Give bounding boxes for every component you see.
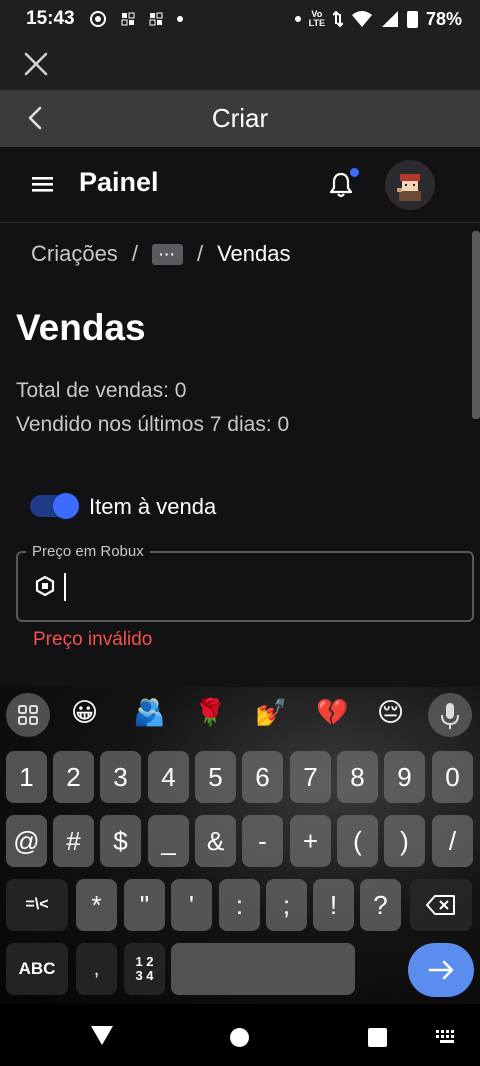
key-8[interactable]: 8	[337, 751, 378, 803]
battery-percent: 78%	[425, 8, 462, 29]
notification-badge	[350, 168, 359, 177]
key-comma[interactable]: ,	[76, 943, 117, 995]
breadcrumb-item-criacoes[interactable]: Criações	[31, 241, 118, 267]
key-9[interactable]: 9	[384, 751, 425, 803]
keyboard-apps-button[interactable]	[6, 693, 50, 737]
key-close-paren[interactable]: )	[384, 815, 425, 867]
wifi-icon	[351, 11, 372, 27]
dashboard-title: Painel	[79, 167, 159, 197]
key-single-quote[interactable]: '	[171, 879, 212, 931]
sold-last-7-days-text: Vendido nos últimos 7 dias: 0	[16, 413, 290, 436]
abc-key[interactable]: ABC	[6, 943, 68, 995]
price-input[interactable]	[70, 567, 450, 607]
indicator-dot	[294, 16, 301, 22]
key-question[interactable]: ?	[360, 879, 401, 931]
toggle-knob	[53, 493, 79, 519]
key-ampersand[interactable]: &	[195, 815, 236, 867]
key-2[interactable]: 2	[53, 751, 94, 803]
price-error-message: Preço inválido	[33, 629, 153, 650]
scrollbar[interactable]	[472, 231, 480, 419]
key-exclamation[interactable]: !	[313, 879, 354, 931]
enter-button[interactable]	[408, 943, 474, 997]
battery-icon	[406, 10, 418, 28]
robux-icon	[35, 576, 55, 596]
key-asterisk[interactable]: *	[76, 879, 117, 931]
space-key[interactable]	[171, 943, 355, 995]
key-minus[interactable]: -	[242, 815, 283, 867]
webview-close-bar	[0, 38, 480, 90]
emoji-suggestion[interactable]: 🫂	[133, 697, 165, 727]
volte-icon: Vo LTE	[308, 9, 325, 28]
status-time: 15:43	[26, 8, 75, 29]
emoji-suggestion[interactable]: 🌹	[194, 697, 226, 727]
breadcrumb: Criações / ··· / Vendas	[31, 241, 290, 267]
breadcrumb-more-button[interactable]: ···	[151, 243, 183, 265]
key-hash[interactable]: #	[53, 815, 94, 867]
on-screen-keyboard: 😀 🫂 🌹 💅 💔 😔 1 2 3 4 5 6 7 8 9 0 @ # $ _ …	[0, 687, 480, 1004]
key-double-quote[interactable]: "	[124, 879, 165, 931]
backspace-key[interactable]	[410, 879, 472, 931]
nav-home-icon[interactable]	[230, 1028, 249, 1047]
key-underscore[interactable]: _	[148, 815, 189, 867]
status-bar: 15:43 Vo LTE 78%	[0, 0, 480, 38]
key-3[interactable]: 3	[100, 751, 141, 803]
key-semicolon[interactable]: ;	[266, 879, 307, 931]
key-7[interactable]: 7	[290, 751, 331, 803]
voice-input-button[interactable]	[428, 693, 472, 737]
price-field[interactable]	[16, 551, 474, 622]
numpad-key[interactable]: 1 2 3 4	[124, 943, 165, 995]
avatar-character-icon	[397, 174, 421, 201]
emoji-suggestion[interactable]: 💔	[316, 697, 348, 727]
system-navigation-bar	[0, 1004, 480, 1066]
circle-notification-icon	[89, 11, 106, 27]
key-plus[interactable]: +	[290, 815, 331, 867]
breadcrumb-item-vendas: Vendas	[217, 241, 291, 266]
back-arrow-icon[interactable]	[22, 104, 50, 132]
app-header: Painel	[0, 147, 480, 223]
keyboard-switch-icon[interactable]	[436, 1030, 458, 1044]
key-at[interactable]: @	[6, 815, 47, 867]
microphone-icon	[441, 703, 459, 729]
data-arrows-icon	[332, 10, 343, 28]
game-notification-icon	[121, 12, 135, 26]
breadcrumb-separator: /	[131, 241, 138, 266]
more-symbols-key[interactable]: =\<	[6, 879, 68, 931]
text-cursor	[64, 573, 66, 601]
emoji-suggestion[interactable]: 😀	[71, 697, 98, 727]
more-notifications-dot	[176, 16, 183, 22]
grid-icon	[18, 705, 38, 725]
dashboard-content: Painel Criações / ··· / Vendas Vendas To…	[0, 147, 480, 687]
item-for-sale-label: Item à venda	[89, 494, 217, 519]
total-sales-text: Total de vendas: 0	[16, 379, 187, 402]
key-1[interactable]: 1	[6, 751, 47, 803]
key-dollar[interactable]: $	[100, 815, 141, 867]
keyboard-suggestion-bar: 😀 🫂 🌹 💅 💔 😔	[0, 687, 480, 739]
arrow-right-icon	[428, 960, 454, 980]
signal-icon	[381, 11, 398, 27]
backspace-icon	[426, 895, 455, 915]
hamburger-menu-icon[interactable]	[32, 174, 54, 194]
key-5[interactable]: 5	[195, 751, 236, 803]
nav-recents-icon[interactable]	[368, 1028, 387, 1047]
nav-back-icon[interactable]	[90, 1024, 114, 1046]
key-slash[interactable]: /	[432, 815, 473, 867]
key-4[interactable]: 4	[148, 751, 189, 803]
game-notification-icon	[149, 12, 163, 26]
system-icons: Vo LTE 78%	[294, 8, 462, 30]
key-6[interactable]: 6	[242, 751, 283, 803]
page-title-criar: Criar	[211, 103, 269, 133]
title-bar: Criar	[0, 90, 480, 147]
key-colon[interactable]: :	[219, 879, 260, 931]
breadcrumb-separator: /	[196, 241, 204, 266]
emoji-suggestion[interactable]: 💅	[255, 697, 287, 727]
key-0[interactable]: 0	[432, 751, 473, 803]
key-open-paren[interactable]: (	[337, 815, 378, 867]
notification-icons	[89, 10, 183, 28]
emoji-suggestion[interactable]: 😔	[377, 697, 404, 727]
close-icon[interactable]	[22, 50, 50, 78]
item-for-sale-toggle[interactable]	[30, 493, 79, 519]
price-field-label: Preço em Robux	[26, 543, 150, 560]
sales-heading: Vendas	[16, 307, 146, 348]
avatar[interactable]	[385, 160, 435, 210]
